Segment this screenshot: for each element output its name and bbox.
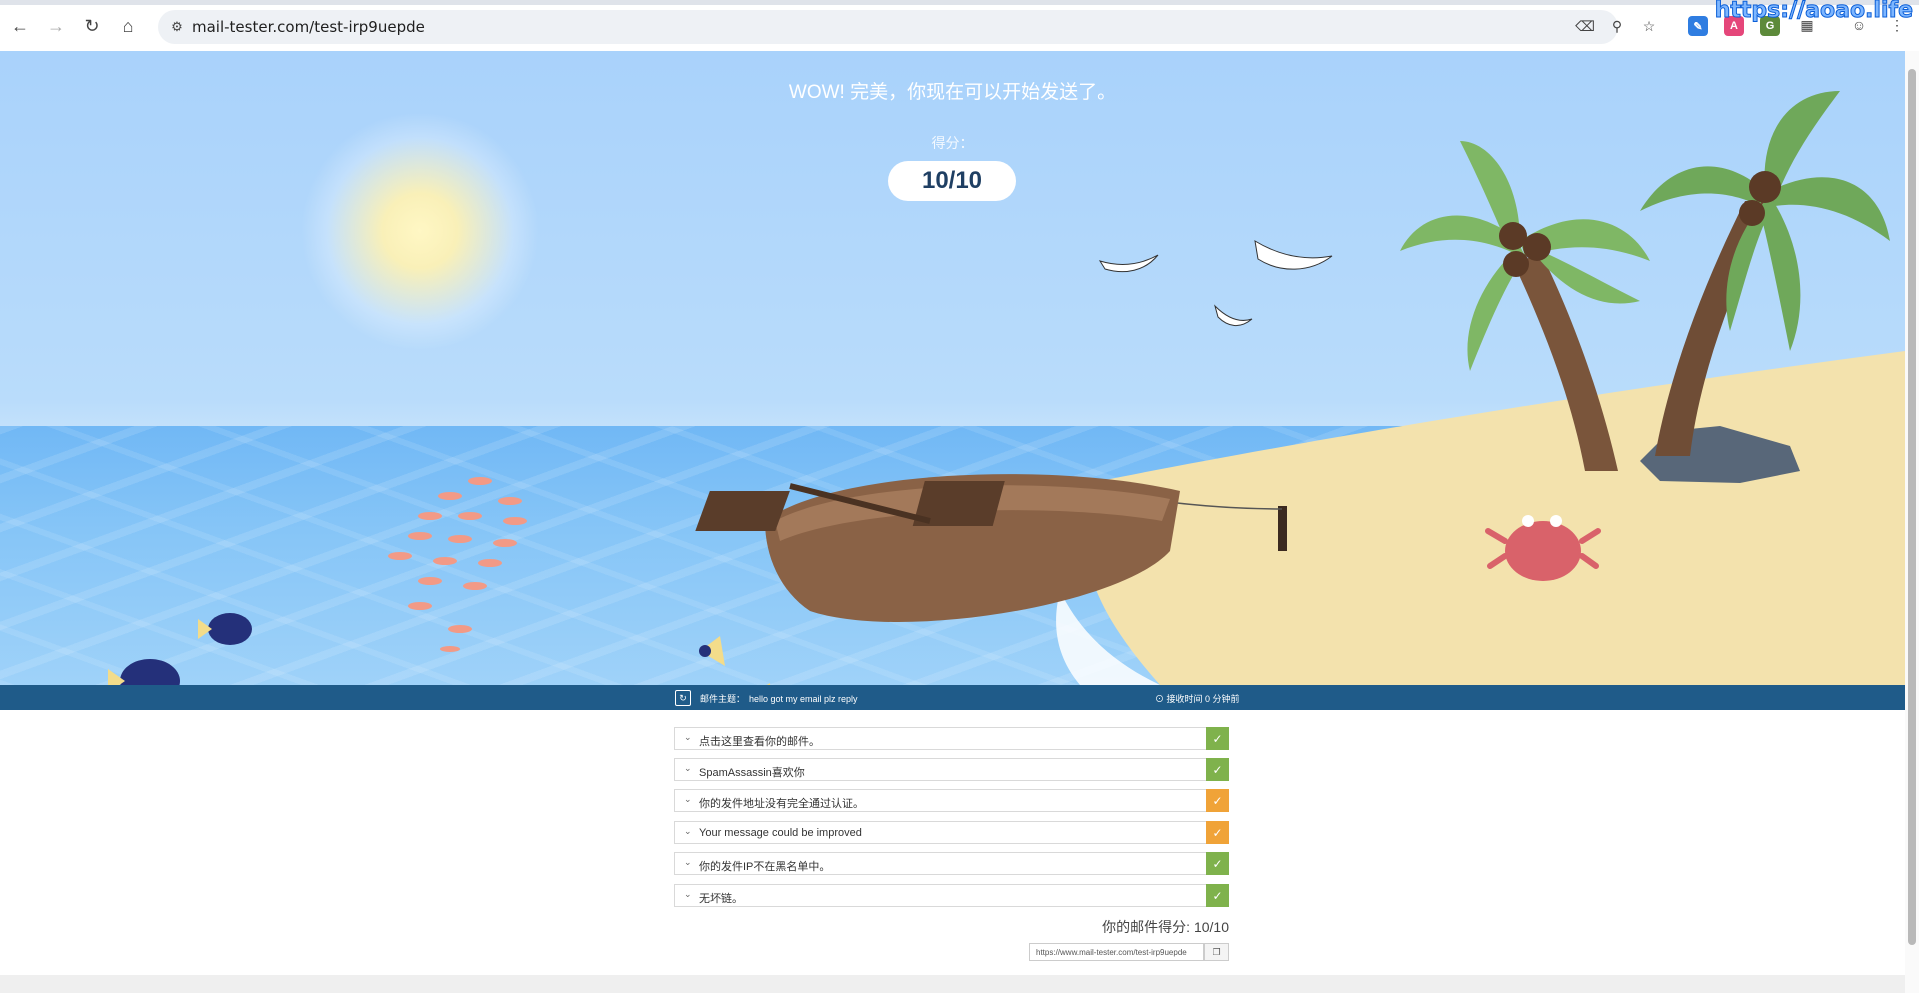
- chevron-down-icon: ⌄: [684, 763, 692, 773]
- chevron-down-icon: ⌄: [684, 732, 692, 742]
- check-row[interactable]: ⌄ 你的发件地址没有完全通过认证。 ✓: [674, 789, 1229, 812]
- check-row[interactable]: ⌄ 点击这里查看你的邮件。 ✓: [674, 727, 1229, 750]
- score-badge: 10/10: [888, 161, 1016, 201]
- refresh-icon[interactable]: ↻: [675, 690, 691, 706]
- check-label: 你的发件IP不在黑名单中。: [699, 861, 831, 873]
- check-status-icon: ✓: [1206, 727, 1229, 750]
- zoom-icon[interactable]: ⚲: [1608, 17, 1626, 35]
- total-score: 你的邮件得分: 10/10: [1102, 919, 1229, 935]
- site-info-icon[interactable]: ⚙: [168, 18, 186, 36]
- watermark-text: https://aoao.life: [1714, 0, 1913, 24]
- copy-button[interactable]: ❐: [1204, 943, 1229, 961]
- reload-icon: ↻: [84, 15, 100, 36]
- check-status-icon: ✓: [1206, 758, 1229, 781]
- hero-title: WOW! 完美，你现在可以开始发送了。: [788, 82, 1117, 103]
- check-row[interactable]: ⌄ Your message could be improved ✓: [674, 821, 1229, 844]
- check-row[interactable]: ⌄ SpamAssassin喜欢你 ✓: [674, 758, 1229, 781]
- home-icon: ⌂: [122, 15, 134, 36]
- subject-text: hello got my email plz reply: [749, 694, 858, 704]
- chevron-down-icon: ⌄: [684, 794, 692, 804]
- scrollbar-thumb[interactable]: [1908, 69, 1916, 945]
- score-label: 得分：: [931, 135, 974, 151]
- chevron-down-icon: ⌄: [684, 889, 692, 899]
- check-row[interactable]: ⌄ 你的发件IP不在黑名单中。 ✓: [674, 852, 1229, 875]
- translate-icon[interactable]: ⌫: [1575, 17, 1595, 35]
- check-label: SpamAssassin喜欢你: [699, 767, 805, 779]
- check-label: 你的发件地址没有完全通过认证。: [699, 798, 864, 810]
- results-panel: ⌄ 点击这里查看你的邮件。 ✓ ⌄ SpamAssassin喜欢你 ✓ ⌄ 你的发件地址没有完…: [0, 710, 1905, 975]
- message-info-bar: ↻ 邮件主题： hello got my email plz reply ⊙ 接收…: [0, 685, 1905, 710]
- hero-scene: WOW! 完美，你现在可以开始发送了。 得分： 10/10: [0, 51, 1905, 685]
- check-status-icon: ✓: [1206, 821, 1229, 844]
- arrow-right-icon: →: [47, 15, 65, 36]
- address-bar[interactable]: ⚙ mail-tester.com/test-irp9uepde: [158, 10, 1618, 44]
- check-row[interactable]: ⌄ 无坏链。 ✓: [674, 884, 1229, 907]
- chevron-down-icon: ⌄: [684, 857, 692, 867]
- check-status-icon: ✓: [1206, 884, 1229, 907]
- copy-icon: ❐: [1212, 946, 1221, 957]
- chevron-down-icon: ⌄: [684, 826, 692, 836]
- page-scrollbar[interactable]: [1905, 51, 1919, 993]
- forward-button[interactable]: →: [44, 14, 68, 38]
- share-url-input[interactable]: [1029, 943, 1204, 961]
- subject-line: 邮件主题： hello got my email plz reply: [700, 692, 858, 705]
- subject-label: 邮件主题：: [700, 694, 746, 704]
- arrow-left-icon: ←: [11, 15, 29, 36]
- tab-strip: [0, 0, 1919, 5]
- back-button[interactable]: ←: [8, 14, 32, 38]
- check-label: 无坏链。: [699, 893, 743, 905]
- check-label: Your message could be improved: [699, 827, 862, 839]
- check-label: 点击这里查看你的邮件。: [699, 736, 820, 748]
- check-status-icon: ✓: [1206, 789, 1229, 812]
- browser-toolbar: ← → ↻ ⌂ ⚙ mail-tester.com/test-irp9uepde…: [0, 0, 1919, 52]
- bookmark-star-icon[interactable]: ☆: [1640, 17, 1658, 35]
- footer: [0, 975, 1905, 993]
- url-text[interactable]: mail-tester.com/test-irp9uepde: [192, 18, 425, 36]
- home-button[interactable]: ⌂: [116, 14, 140, 38]
- check-status-icon: ✓: [1206, 852, 1229, 875]
- reload-button[interactable]: ↻: [80, 14, 104, 38]
- extension-1-icon[interactable]: ✎: [1688, 16, 1708, 36]
- received-time: ⊙ 接收时间 0 分钟前: [1155, 694, 1240, 704]
